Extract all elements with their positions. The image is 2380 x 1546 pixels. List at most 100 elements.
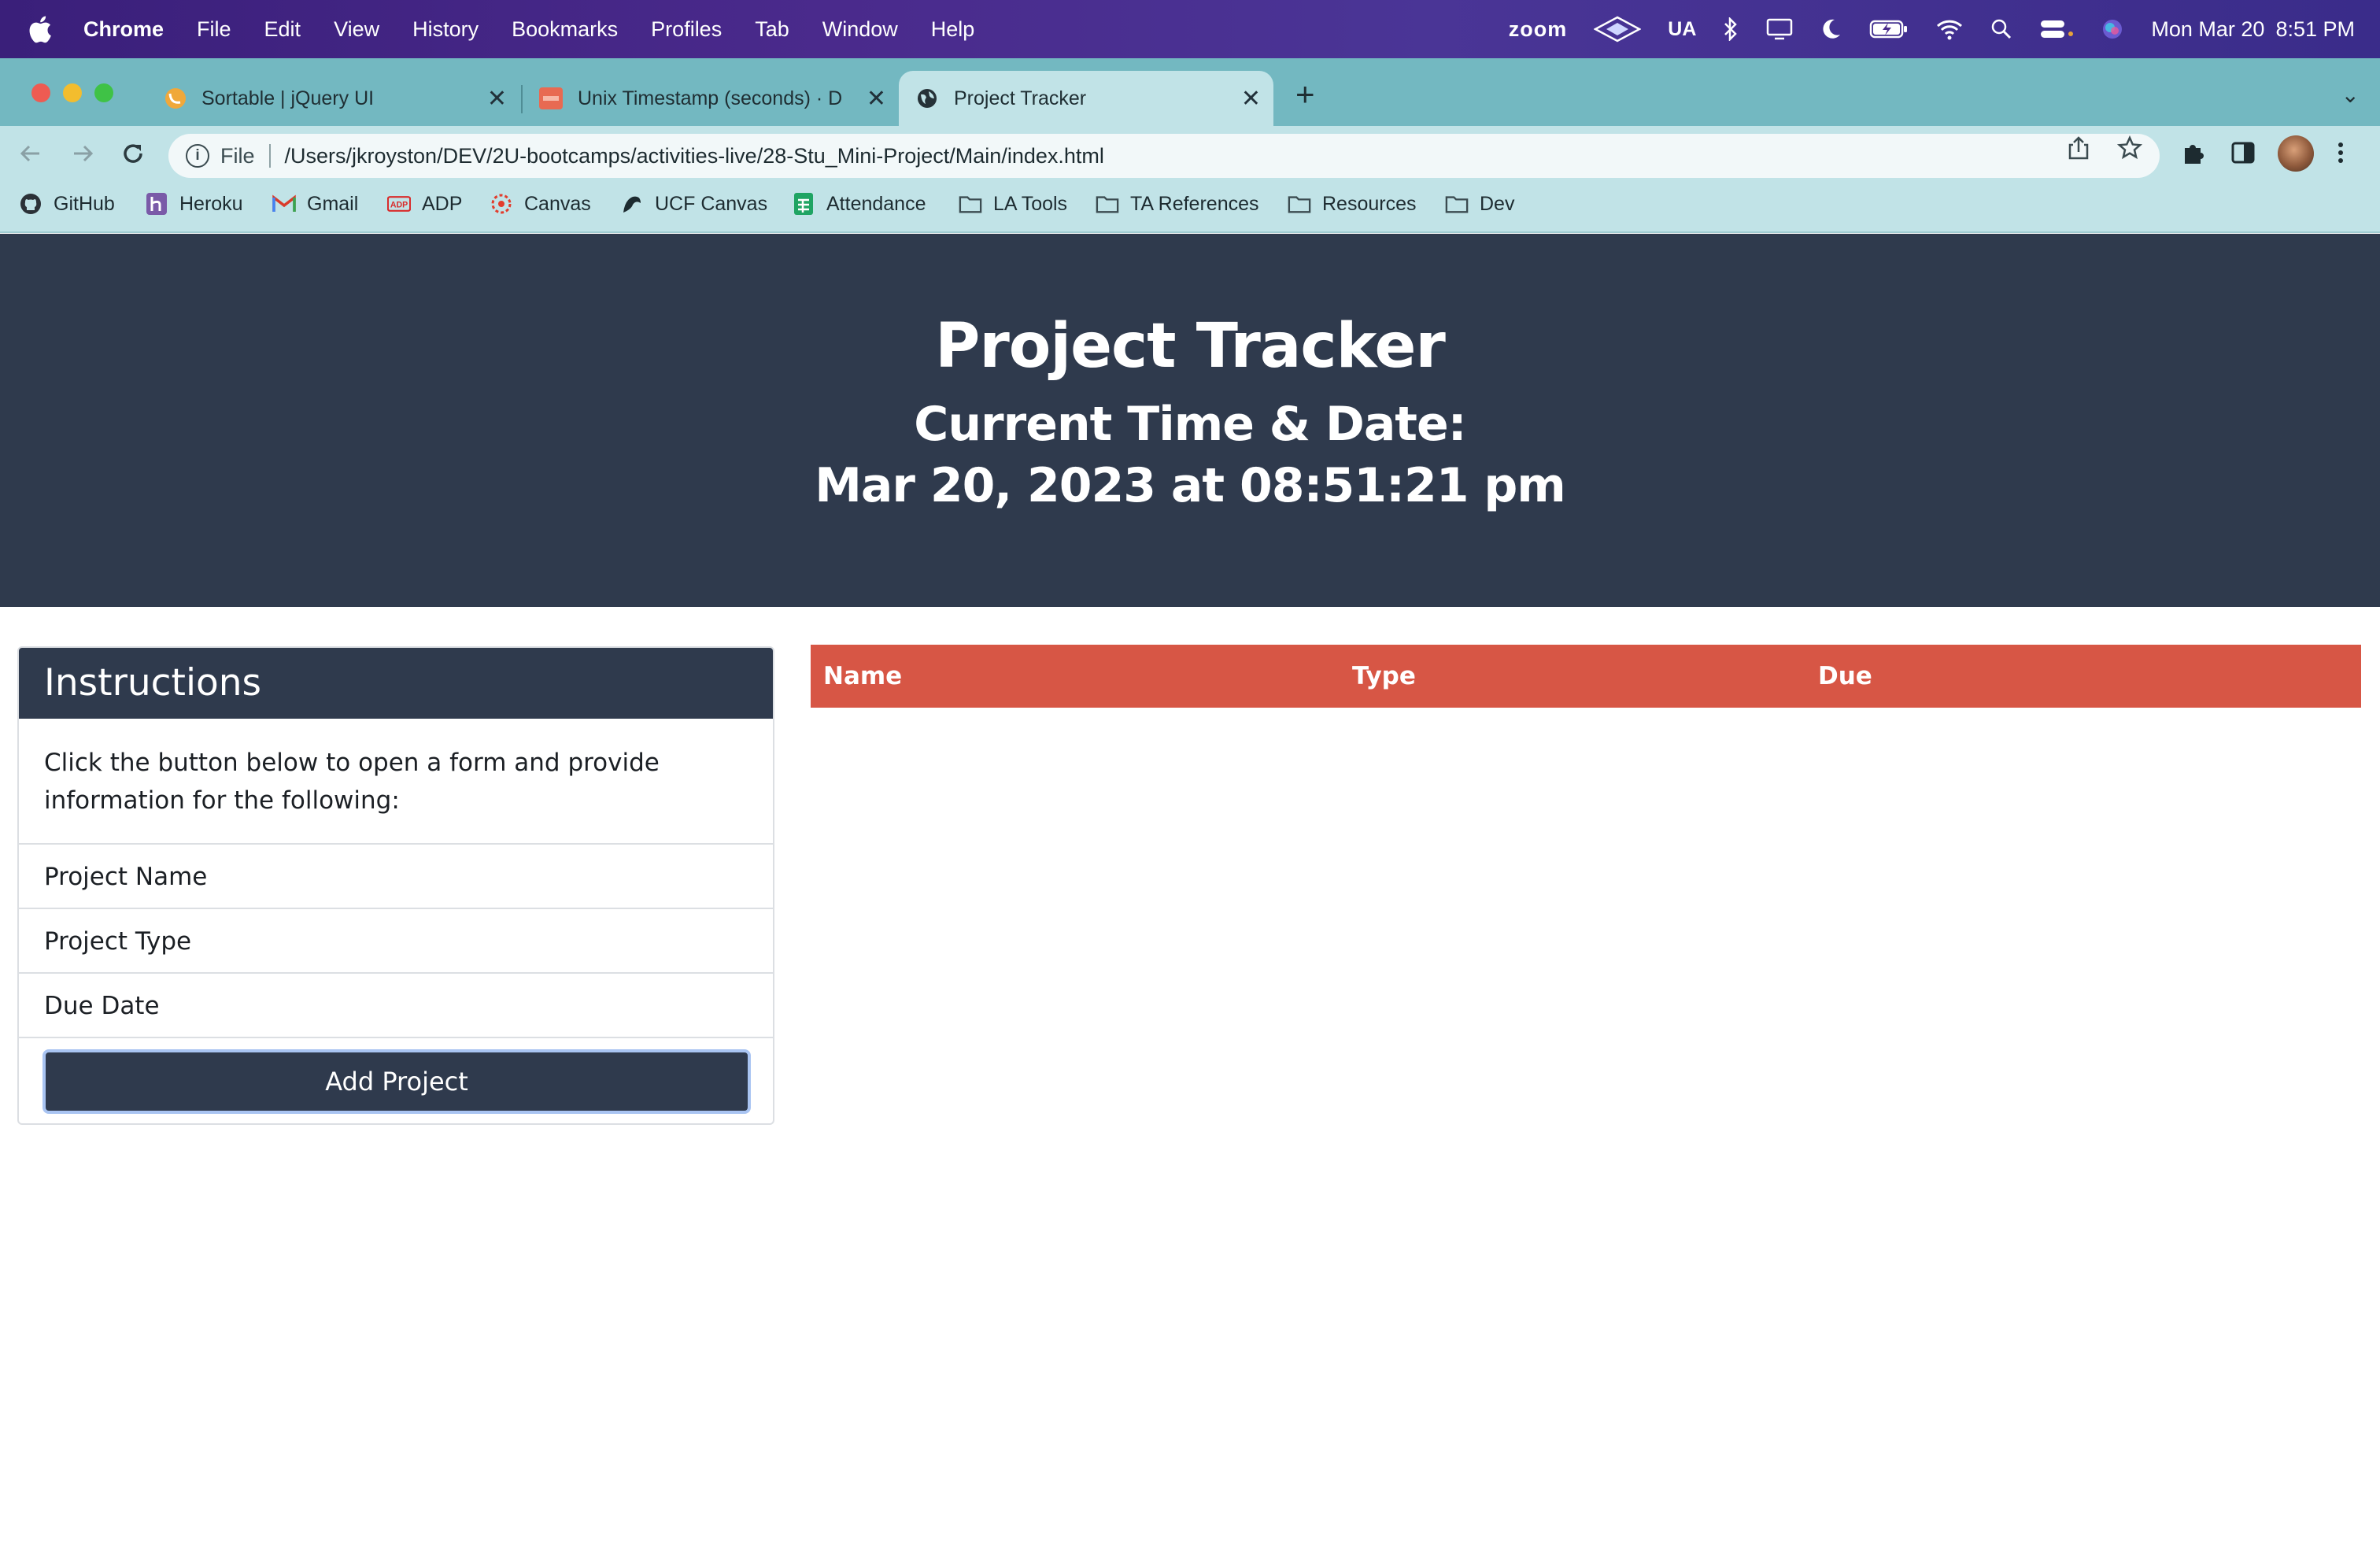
bookmark-label: UCF Canvas xyxy=(655,192,768,215)
spotlight-search-icon[interactable] xyxy=(1990,18,2012,40)
bookmark-label: LA Tools xyxy=(993,192,1068,215)
bookmark-adp[interactable]: ADP ADP xyxy=(387,192,462,216)
menu-help[interactable]: Help xyxy=(931,17,975,42)
reload-icon[interactable] xyxy=(120,140,146,174)
vpn-diamond-icon[interactable] xyxy=(1594,16,1642,43)
current-time-label: Current Time & Date: xyxy=(914,397,1466,452)
column-header-name[interactable]: Name xyxy=(823,662,902,690)
folder-icon xyxy=(1288,192,1311,216)
kebab-menu-icon[interactable] xyxy=(2336,140,2345,172)
bookmark-label: Heroku xyxy=(179,192,243,215)
bookmark-github[interactable]: GitHub xyxy=(19,192,115,216)
divider xyxy=(268,144,271,168)
forward-arrow-icon[interactable] xyxy=(69,140,96,174)
jquery-favicon xyxy=(164,87,187,110)
menu-tab[interactable]: Tab xyxy=(755,17,789,42)
list-item-project-type: Project Type xyxy=(19,909,773,974)
add-project-button[interactable]: Add Project xyxy=(42,1049,751,1114)
site-info-icon[interactable]: i xyxy=(186,144,209,168)
menu-profiles[interactable]: Profiles xyxy=(651,17,722,42)
instructions-header: Instructions xyxy=(19,648,773,719)
page-header: Project Tracker Current Time & Date: Mar… xyxy=(0,234,2380,607)
bookmark-label: TA References xyxy=(1130,192,1259,215)
menu-edit[interactable]: Edit xyxy=(264,17,301,42)
siri-icon[interactable] xyxy=(2101,17,2124,41)
window-close-button[interactable] xyxy=(31,83,50,102)
list-item-project-name: Project Name xyxy=(19,845,773,909)
bookmark-label: Gmail xyxy=(307,192,359,215)
google-sheets-icon xyxy=(792,192,815,216)
display-icon[interactable] xyxy=(1765,17,1794,41)
apple-menu-icon[interactable] xyxy=(28,15,60,43)
globe-icon xyxy=(916,87,938,109)
bookmark-folder-dev[interactable]: Dev xyxy=(1445,192,1514,216)
menu-bookmarks[interactable]: Bookmarks xyxy=(512,17,618,42)
menu-bar-time[interactable]: 8:51 PM xyxy=(2275,17,2355,42)
back-arrow-icon[interactable] xyxy=(17,140,44,174)
bookmark-attendance[interactable]: Attendance xyxy=(792,192,926,216)
tab-title: Project Tracker xyxy=(954,87,1087,109)
control-center-icon[interactable] xyxy=(2039,18,2074,40)
bookmark-folder-ta-references[interactable]: TA References xyxy=(1096,192,1259,216)
menu-bar-date[interactable]: Mon Mar 20 xyxy=(2151,17,2264,42)
tab-sortable-jquery-ui[interactable]: Sortable | jQuery UI ✕ xyxy=(150,71,519,126)
gmail-icon xyxy=(272,192,296,216)
project-table-header: Name Type Due xyxy=(811,645,2361,708)
profile-avatar[interactable] xyxy=(2278,135,2314,172)
new-tab-plus-icon[interactable]: + xyxy=(1295,76,1315,113)
column-header-type[interactable]: Type xyxy=(1352,662,1416,690)
menu-view[interactable]: View xyxy=(334,17,379,42)
list-item-due-date: Due Date xyxy=(19,974,773,1038)
bookmark-label: Attendance xyxy=(826,192,926,215)
tab-unix-timestamp[interactable]: Unix Timestamp (seconds) · D ✕ xyxy=(524,71,899,126)
bookmark-folder-resources[interactable]: Resources xyxy=(1288,192,1417,216)
menu-app-chrome[interactable]: Chrome xyxy=(83,17,164,42)
bookmark-label: Dev xyxy=(1480,192,1515,215)
tab-title: Sortable | jQuery UI xyxy=(201,87,375,109)
ucf-pegasus-icon xyxy=(620,192,644,216)
url-text[interactable]: /Users/jkroyston/DEV/2U-bootcamps/activi… xyxy=(285,144,1104,168)
tab-project-tracker[interactable]: Project Tracker ✕ xyxy=(899,71,1273,126)
share-icon[interactable] xyxy=(2067,135,2090,167)
bluetooth-icon[interactable] xyxy=(1723,17,1739,41)
heroku-icon xyxy=(145,192,168,216)
side-panel-icon[interactable] xyxy=(2230,140,2256,172)
chrome-tab-strip: Sortable | jQuery UI ✕ Unix Timestamp (s… xyxy=(0,58,2380,126)
close-icon[interactable]: ✕ xyxy=(867,85,886,113)
zoom-status-item[interactable]: zoom xyxy=(1509,17,1568,42)
close-icon[interactable]: ✕ xyxy=(1241,85,1261,113)
github-icon xyxy=(19,192,42,216)
url-scheme-label: File xyxy=(220,143,255,168)
ua-status-item[interactable]: UA xyxy=(1668,18,1696,41)
battery-icon[interactable] xyxy=(1869,19,1909,39)
wifi-icon[interactable] xyxy=(1935,18,1964,40)
bookmark-heroku[interactable]: Heroku xyxy=(145,192,243,216)
dayjs-favicon xyxy=(538,87,564,110)
bookmark-star-icon[interactable] xyxy=(2116,135,2143,167)
svg-text:ADP: ADP xyxy=(390,200,408,209)
tab-search-chevron-down-icon[interactable]: ⌄ xyxy=(2341,82,2360,108)
window-zoom-button[interactable] xyxy=(94,83,113,102)
bookmark-label: GitHub xyxy=(54,192,115,215)
canvas-icon xyxy=(490,192,513,216)
menu-history[interactable]: History xyxy=(412,17,479,42)
address-bar[interactable]: i File /Users/jkroyston/DEV/2U-bootcamps… xyxy=(168,134,2160,178)
bookmark-folder-la-tools[interactable]: LA Tools xyxy=(959,192,1067,216)
menu-window[interactable]: Window xyxy=(822,17,898,42)
bookmark-label: Canvas xyxy=(524,192,591,215)
menu-file[interactable]: File xyxy=(197,17,231,42)
moon-icon[interactable] xyxy=(1820,17,1842,41)
extensions-puzzle-icon[interactable] xyxy=(2180,140,2207,173)
bookmark-gmail[interactable]: Gmail xyxy=(272,192,358,216)
bookmark-label: ADP xyxy=(422,192,463,215)
tab-separator xyxy=(521,85,523,113)
column-header-due[interactable]: Due xyxy=(1818,662,1872,690)
folder-icon xyxy=(1096,192,1119,216)
instructions-text: Click the button below to open a form an… xyxy=(19,719,773,845)
chrome-toolbar: i File /Users/jkroyston/DEV/2U-bootcamps… xyxy=(0,126,2380,183)
window-minimize-button[interactable] xyxy=(63,83,82,102)
bookmark-canvas[interactable]: Canvas xyxy=(490,192,591,216)
bookmark-ucf-canvas[interactable]: UCF Canvas xyxy=(620,192,767,216)
close-icon[interactable]: ✕ xyxy=(487,85,507,113)
folder-icon xyxy=(1445,192,1469,216)
